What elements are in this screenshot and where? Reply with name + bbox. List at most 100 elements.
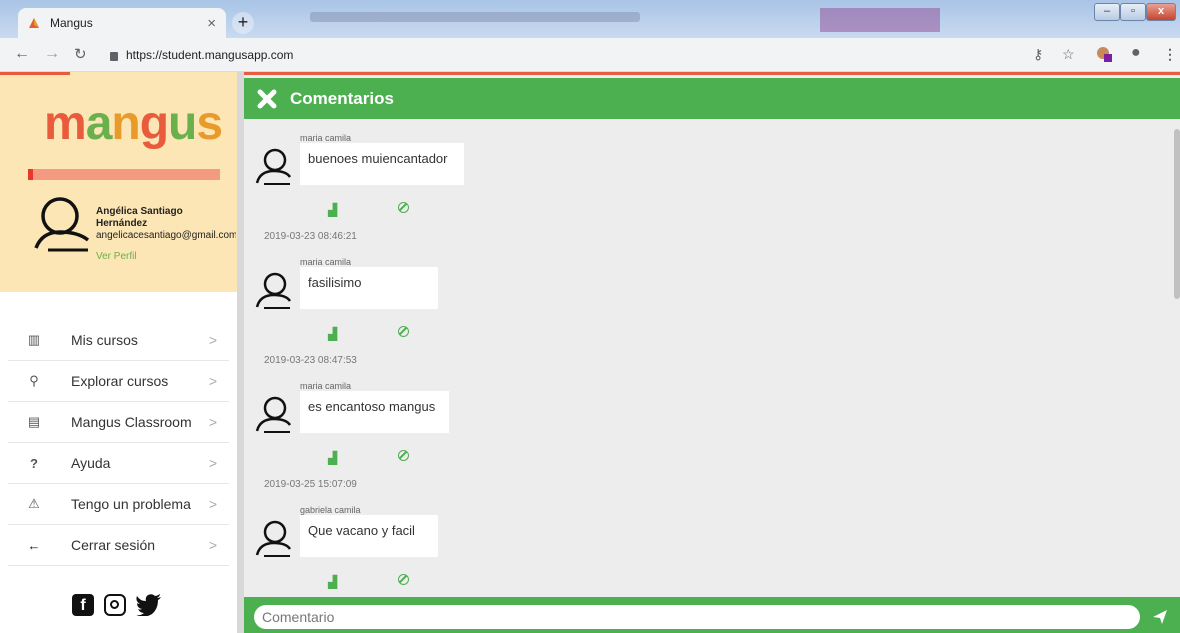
progress-bar (28, 169, 220, 180)
background-window-block (820, 8, 940, 32)
presentation-icon: ▤ (27, 414, 41, 429)
browser-tab[interactable]: Mangus × (18, 8, 226, 38)
user-avatar-icon (255, 148, 292, 185)
reload-icon[interactable]: ↻ (74, 45, 87, 63)
sidebar-divider (237, 72, 244, 633)
menu-item-cerrar-sesion[interactable]: ← Cerrar sesión > (8, 525, 229, 566)
comment-item: maria camila buenoes muiencantador ▟ 201… (244, 119, 744, 243)
comments-list[interactable]: maria camila buenoes muiencantador ▟ 201… (244, 119, 1174, 597)
mangus-favicon-icon (29, 18, 39, 28)
logo-letter: s (196, 97, 223, 150)
accent-line (0, 72, 70, 75)
block-icon[interactable] (398, 574, 409, 585)
menu-item-label: Mangus Classroom (71, 414, 192, 430)
extension-avatar-icon (1097, 47, 1112, 62)
minimize-button[interactable]: – (1094, 3, 1120, 21)
block-icon[interactable] (398, 450, 409, 461)
page-title: Comentarios (290, 88, 394, 108)
maximize-button[interactable]: ▫ (1120, 3, 1146, 21)
close-icon[interactable] (256, 88, 278, 110)
thumbs-up-icon[interactable]: ▟ (328, 451, 337, 465)
user-email: angelicacesantiago@gmail.com (96, 230, 236, 241)
browser-toolbar: ← → ↻ https://student.mangusapp.com ⚷ ☆ … (0, 38, 1180, 72)
browser-tabstrip: Mangus × + – ▫ x (0, 0, 1180, 38)
comment-author: maria camila (300, 133, 352, 143)
progress-bar-marker (28, 169, 33, 180)
comment-item: maria camila fasilisimo ▟ 2019-03-23 08:… (244, 243, 744, 367)
comments-header: Comentarios (244, 78, 1180, 119)
comments-panel: Comentarios maria camila buenoes muienca… (244, 72, 1180, 633)
user-avatar-icon (34, 197, 90, 252)
lock-icon (110, 51, 118, 61)
scrollbar[interactable] (1174, 129, 1180, 299)
book-icon: ▥ (27, 332, 41, 347)
send-icon[interactable] (1152, 609, 1168, 625)
instagram-icon[interactable] (104, 594, 126, 616)
background-window-title (310, 12, 640, 22)
chevron-right-icon: > (208, 455, 217, 471)
thumbs-up-icon[interactable]: ▟ (328, 203, 337, 217)
accent-line (244, 72, 1180, 75)
user-avatar-icon (255, 520, 292, 557)
twitter-icon[interactable] (136, 594, 162, 616)
address-bar[interactable]: https://student.mangusapp.com (110, 48, 293, 62)
menu-dots-icon[interactable]: ⋮ (1163, 46, 1177, 63)
chevron-right-icon: > (208, 414, 217, 430)
back-arrow-icon[interactable]: ← (14, 45, 30, 63)
comment-date: 2019-03-25 15:07:09 (264, 479, 357, 490)
comment-input[interactable] (254, 605, 1140, 629)
block-icon[interactable] (398, 202, 409, 213)
forward-arrow-icon[interactable]: → (44, 45, 60, 63)
url-text: https://student.mangusapp.com (126, 48, 294, 62)
comment-text: Que vacano y facil (300, 515, 438, 557)
tab-close-icon[interactable]: × (207, 15, 216, 32)
comment-author: maria camila (300, 257, 352, 267)
logo-letter: a (85, 97, 113, 150)
menu-item-label: Cerrar sesión (71, 537, 156, 553)
mangus-logo[interactable]: mangus (44, 96, 223, 151)
search-icon: ⚲ (29, 373, 39, 388)
menu-item-explorar-cursos[interactable]: ⚲ Explorar cursos > (8, 361, 229, 402)
account-icon[interactable]: ● (1131, 44, 1141, 62)
menu-item-label: Tengo un problema (71, 496, 191, 512)
new-tab-button[interactable]: + (232, 12, 254, 34)
comment-date: 2019-03-23 08:46:21 (264, 231, 357, 242)
sidebar-profile-panel: mangus Angélica Santiago Hernández angel… (0, 72, 237, 292)
window-close-button[interactable]: x (1146, 3, 1176, 21)
menu-item-label: Explorar cursos (71, 373, 169, 389)
key-icon[interactable]: ⚷ (1033, 46, 1043, 63)
menu-item-ayuda[interactable]: ? Ayuda > (8, 443, 229, 484)
comment-text: buenoes muiencantador (300, 143, 464, 185)
help-icon: ? (30, 455, 38, 471)
menu-item-tengo-un-problema[interactable]: ⚠ Tengo un problema > (8, 484, 229, 525)
social-links: f (72, 594, 162, 616)
user-avatar-icon (255, 272, 292, 309)
star-icon[interactable]: ☆ (1062, 46, 1075, 63)
chevron-right-icon: > (208, 373, 217, 389)
comment-item: maria camila es encantoso mangus ▟ 2019-… (244, 367, 744, 491)
block-icon[interactable] (398, 326, 409, 337)
comment-author: maria camila (300, 381, 352, 391)
comment-date: 2019-03-23 08:47:53 (264, 355, 357, 366)
menu-item-mangus-classroom[interactable]: ▤ Mangus Classroom > (8, 402, 229, 443)
thumbs-up-icon[interactable]: ▟ (328, 575, 337, 589)
chevron-right-icon: > (208, 332, 217, 348)
sidebar: mangus Angélica Santiago Hernández angel… (0, 72, 237, 633)
menu-item-label: Ayuda (71, 455, 111, 471)
extension-icon[interactable] (1096, 46, 1112, 65)
arrow-left-icon: ← (27, 537, 41, 553)
sidebar-menu: ▥ Mis cursos > ⚲ Explorar cursos > ▤ Man… (0, 320, 237, 566)
logo-letter: m (44, 97, 87, 150)
chevron-right-icon: > (208, 537, 217, 553)
user-avatar-icon (255, 396, 292, 433)
menu-item-mis-cursos[interactable]: ▥ Mis cursos > (8, 320, 229, 361)
facebook-icon[interactable]: f (72, 594, 94, 616)
thumbs-up-icon[interactable]: ▟ (328, 327, 337, 341)
warning-icon: ⚠ (28, 496, 40, 511)
comment-text: fasilisimo (300, 267, 438, 309)
comment-composer (244, 597, 1180, 633)
comment-author: gabriela camila (300, 505, 361, 515)
view-profile-link[interactable]: Ver Perfil (96, 251, 137, 262)
logo-letter: n (111, 97, 140, 150)
logo-letter: u (168, 97, 197, 150)
